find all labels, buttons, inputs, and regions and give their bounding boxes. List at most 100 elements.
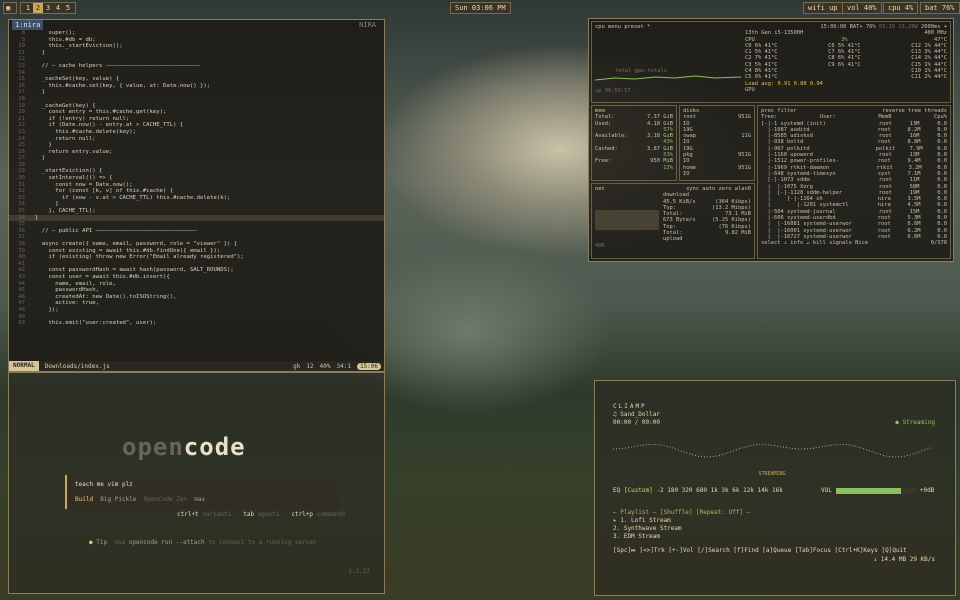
workspace-1[interactable]: 1 — [23, 3, 33, 13]
track-name: ♫ Sand_Dollar — [613, 411, 660, 418]
line-text: const passwordHash = await hash(password… — [35, 267, 234, 274]
code-line: 41 — [9, 261, 384, 268]
key: ctrl+t — [177, 511, 199, 518]
cpu-status[interactable]: cpu 4% — [883, 2, 919, 14]
mem-label: Used: — [595, 120, 612, 127]
line-text: for (const [k, v] of this.#cache) { — [35, 188, 174, 195]
playlist[interactable]: — Playlist — [Shuffle] [Repeat: Off] — ▸ … — [613, 509, 750, 541]
menu-button[interactable]: menu — [608, 24, 621, 30]
prompt-text[interactable]: teach me vim plz — [75, 481, 331, 488]
tabline: 1:nira NIRA — [9, 20, 384, 30]
line-text: if (existing) throw new Error("Email alr… — [35, 254, 244, 261]
btop-window[interactable]: cpu menu preset * 15:06:00 BAT+ 76% 03:1… — [588, 18, 954, 262]
buffer-tab[interactable]: 1:nira — [12, 20, 44, 30]
key: ctrl+p — [291, 511, 314, 518]
code-line: 16 this.#cache.set(key, { value, at: Dat… — [9, 83, 384, 90]
line-number: 49 — [18, 313, 25, 320]
battery-status[interactable]: bat 76% — [920, 2, 960, 14]
keybind-hint: ctrl+t variants — [177, 511, 231, 518]
net-box: net sync auto zero wlan0 download 45.5 KiB… — [591, 183, 755, 259]
line-text: const existing = await this.#db.findOne(… — [35, 247, 221, 254]
track-time: 00:00 / 00:00 — [613, 419, 660, 426]
code-line: 35 }, CACHE_TTL); — [9, 208, 384, 215]
code-line: 23 this.#cache.delete(key); — [9, 129, 384, 136]
net-graph — [595, 210, 659, 231]
preset-button[interactable]: preset * — [624, 24, 650, 30]
line-number: 48 — [18, 306, 25, 313]
prompt-input[interactable]: teach me vim plz Build Big Pickle OpenCo… — [65, 475, 339, 509]
line-number: 43 — [18, 273, 25, 280]
mem-box: mem Total: 7.37 GiB Used: 4.18 GiB 57% Availab… — [591, 105, 677, 181]
code-line: 25 } — [9, 142, 384, 149]
line-number: 17 — [18, 89, 25, 96]
disk-label: IO — [683, 170, 690, 177]
key-desc: commands — [316, 511, 346, 518]
line-number: 18 — [18, 95, 25, 102]
git-branch: gk — [293, 362, 301, 370]
tabline-right-label: NIRA — [359, 21, 376, 29]
code-line: 9 this.#db = db; — [9, 37, 384, 44]
vim-statusline: NORMAL Downloads/index.js gk 12 40% 34:1… — [9, 361, 384, 371]
line-number: 27 — [18, 155, 25, 162]
key-desc: agents — [257, 511, 280, 518]
line-number: 19 — [18, 102, 25, 109]
code-line: 28 — [9, 162, 384, 169]
line-number: 39 — [18, 247, 25, 254]
playlist-item[interactable]: 3. EDM Stream — [613, 533, 750, 541]
code-line: 34} — [9, 214, 384, 222]
line-number: 36 — [18, 227, 25, 234]
line-text: this.#db = db; — [35, 36, 96, 43]
line-text: } — [35, 155, 46, 162]
code-line: 31 const now = Date.now(); — [9, 182, 384, 189]
line-number: 50 — [18, 320, 25, 327]
line-number: 47 — [18, 300, 25, 307]
line-text: // — public API ————————————————————————… — [35, 227, 197, 234]
line-text: }, CACHE_TTL); — [35, 208, 96, 215]
volume-control[interactable]: VOL +0dB — [821, 487, 934, 494]
line-number: 8 — [21, 30, 25, 36]
opencode-window[interactable]: opencode teach me vim plz Build Big Pick… — [8, 372, 385, 594]
code-line: 39 const existing = await this.#db.findO… — [9, 248, 384, 255]
version-label: 1.2.27 — [348, 568, 370, 575]
key-desc: variants — [202, 511, 232, 518]
workspace-2[interactable]: 2 — [33, 3, 43, 13]
line-text: this.emit("user:created", user); — [35, 320, 157, 327]
playlist-item[interactable]: ▸ 1. Lofi Stream — [613, 517, 750, 525]
vim-editor-window[interactable]: 1:nira NIRA 8 super(); 9 this.#db = db; 10… — [8, 19, 385, 372]
workspace-3[interactable]: 3 — [43, 3, 53, 13]
code-line: 20 const entry = this.#cache.get(key); — [9, 109, 384, 116]
launcher-icon[interactable]: ▣ — [3, 2, 17, 14]
code-line: 29 _startEviction() { — [9, 168, 384, 175]
volume-status[interactable]: vol 40% — [842, 2, 882, 14]
code-line: 33 if (now - v.at > CACHE_TTL) this.#cac… — [9, 195, 384, 202]
line-text: _cacheSet(key, value) { — [35, 76, 120, 83]
workspace-4[interactable]: 4 — [53, 3, 63, 13]
playlist-item[interactable]: 2. Synthwave Stream — [613, 525, 750, 533]
line-text: name, email, role, — [35, 280, 116, 287]
equalizer[interactable]: EQ [Custom] -2 180 320 680 1k 3k 6k 12k … — [613, 487, 783, 494]
net-value: 9.82 MiB — [725, 230, 751, 237]
line-number: 32 — [18, 188, 25, 195]
line-number: 33 — [18, 194, 25, 201]
line-number: 42 — [18, 267, 25, 274]
code-line: 24 return null; — [9, 136, 384, 143]
code-line: 15 _cacheSet(key, value) { — [9, 76, 384, 83]
stream-status: ● Streaming — [895, 419, 935, 426]
disk-value: 951G — [738, 152, 751, 159]
line-number: 10 — [18, 43, 25, 50]
cliamp-window[interactable]: CLIAMP ♫ Sand_Dollar 00:00 / 00:00 ● Str… — [594, 380, 956, 596]
workspace-5[interactable]: 5 — [63, 3, 73, 13]
code-area[interactable]: 8 super(); 9 this.#db = db; 10 this._start… — [9, 30, 384, 361]
net-row: upload — [663, 236, 751, 242]
mem-label: Free: — [595, 158, 612, 165]
wifi-status[interactable]: wifi up — [803, 2, 843, 14]
line-text: createdAt: new Date().toISOString(), — [35, 293, 177, 300]
line-number: 26 — [18, 148, 25, 155]
line-number: 41 — [18, 260, 25, 267]
clock[interactable]: Sun 03:06 PM — [450, 2, 511, 14]
keybind-hint: tab agents — [243, 511, 279, 518]
workspace-switcher: 12345 — [20, 2, 76, 14]
proc-box[interactable]: proc filter reverse tree threads Tree: Use… — [757, 105, 951, 259]
code-line: 19 _cacheGet(key) { — [9, 103, 384, 110]
line-number: 11 — [18, 49, 25, 56]
